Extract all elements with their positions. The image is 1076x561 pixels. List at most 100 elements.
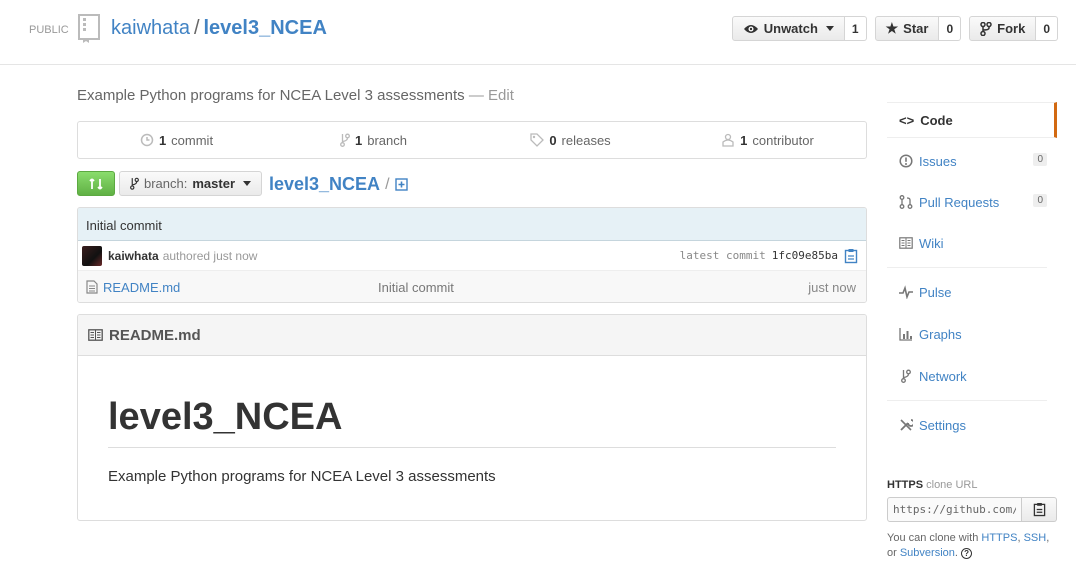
commits-summary[interactable]: 1 commit: [78, 122, 275, 158]
sidebar-item-settings[interactable]: Settings: [887, 407, 1057, 443]
contributors-label: contributor: [752, 132, 814, 148]
star-group: ★ Star 0: [874, 16, 962, 41]
sidebar-item-label: Pull Requests: [919, 194, 1000, 210]
fork-label: Fork: [997, 21, 1026, 36]
star-icon: ★: [885, 20, 899, 36]
clone-https-link[interactable]: HTTPS: [981, 532, 1017, 544]
branch-icon: [340, 133, 350, 147]
repo-owner-link[interactable]: kaiwhata: [111, 17, 190, 39]
pulse-icon: [899, 285, 913, 299]
copy-clone-url-button[interactable]: [1022, 497, 1057, 522]
commit-sha-link[interactable]: 1fc09e85ba: [772, 249, 838, 262]
table-row[interactable]: README.md Initial commit just now: [78, 271, 866, 302]
file-text-icon: [86, 280, 98, 294]
description-text: Example Python programs for NCEA Level 3…: [77, 87, 465, 104]
sidebar-item-issues[interactable]: Issues 0: [887, 143, 1057, 179]
forks-count[interactable]: 0: [1036, 16, 1058, 41]
branch-icon: [130, 177, 139, 190]
branches-count: 1: [355, 132, 363, 148]
title-separator: /: [193, 17, 200, 39]
readme-body: level3_NCEA Example Python programs for …: [78, 396, 866, 485]
commit-author-link[interactable]: kaiwhata: [108, 249, 159, 263]
help-icon[interactable]: ?: [961, 547, 973, 559]
commits-count: 1: [158, 132, 167, 148]
book-icon: [88, 329, 103, 341]
clone-url-box: [887, 497, 1057, 522]
organization-icon: [722, 133, 734, 147]
pull-requests-count: 0: [1033, 194, 1047, 207]
clone-url-label: HTTPS clone URL: [887, 479, 977, 491]
watchers-count[interactable]: 1: [844, 16, 867, 41]
avatar[interactable]: [82, 245, 102, 266]
issues-count: 0: [1033, 153, 1047, 166]
wiki-icon: [899, 237, 913, 249]
sidebar-item-graphs[interactable]: Graphs: [887, 316, 1057, 352]
sidebar-item-label: Issues: [919, 153, 957, 169]
commit-authored-time: authored just now: [162, 248, 258, 263]
issue-icon: [899, 154, 913, 168]
commit-meta: kaiwhata authored just now latest commit…: [78, 241, 866, 271]
clipboard-icon: [1033, 503, 1045, 517]
sidebar-item-network[interactable]: Network: [887, 358, 1057, 394]
repo-name-link[interactable]: level3_NCEA: [204, 17, 327, 39]
repo-header: PUBLIC kaiwhata / level3_NCEA Unwatch 1 ★ …: [0, 0, 1076, 65]
edit-description-link[interactable]: — Edit: [469, 87, 514, 104]
sidebar-item-pull-requests[interactable]: Pull Requests 0: [887, 184, 1057, 220]
sidebar-item-pulse[interactable]: Pulse: [887, 274, 1057, 310]
sidebar-item-label: Pulse: [919, 284, 952, 300]
sidebar-item-code[interactable]: <> Code: [887, 102, 1057, 138]
breadcrumb: level3_NCEA /: [269, 174, 408, 195]
tag-icon: [530, 133, 545, 147]
clone-protocol: HTTPS: [887, 479, 924, 491]
watch-group: Unwatch 1: [731, 16, 867, 41]
visibility-label: PUBLIC: [29, 24, 69, 36]
chevron-down-icon: [243, 181, 252, 186]
clone-help-comma: ,: [1017, 532, 1021, 544]
stars-count[interactable]: 0: [939, 16, 962, 41]
tools-icon: [900, 419, 913, 431]
compare-review-button[interactable]: [77, 171, 115, 196]
unwatch-label: Unwatch: [763, 21, 818, 36]
branches-label: branch: [367, 132, 407, 148]
fork-group: Fork 0: [969, 16, 1058, 41]
clone-help-text: You can clone with HTTPS, SSH, or Subver…: [887, 531, 1057, 561]
branch-prefix: branch:: [144, 176, 188, 191]
commit-title[interactable]: Initial commit: [78, 208, 866, 241]
branch-select-button[interactable]: branch: master: [119, 171, 263, 196]
contributors-count: 1: [740, 132, 748, 148]
clipboard-icon[interactable]: [844, 248, 858, 264]
commits-label: commit: [171, 132, 214, 148]
fork-button[interactable]: Fork: [969, 16, 1037, 41]
sidebar-item-label: Code: [920, 112, 953, 128]
sidebar-item-label: Network: [919, 368, 967, 384]
sidebar-item-label: Settings: [919, 417, 966, 433]
clone-help-period: .: [954, 547, 958, 559]
clone-url-input[interactable]: [887, 497, 1022, 522]
eye-icon: [743, 24, 758, 33]
star-button[interactable]: ★ Star: [874, 16, 940, 41]
unwatch-button[interactable]: Unwatch: [731, 16, 845, 41]
file-age: just now: [808, 279, 856, 295]
breadcrumb-root-link[interactable]: level3_NCEA: [269, 174, 380, 195]
branches-summary[interactable]: 1 branch: [275, 122, 472, 158]
latest-commit-label: latest commit: [679, 249, 766, 262]
sidebar-divider: [887, 267, 1047, 268]
file-name-link[interactable]: README.md: [103, 280, 378, 295]
history-icon: [140, 133, 154, 147]
graph-icon: [899, 328, 912, 341]
releases-summary[interactable]: 0 releases: [472, 122, 669, 158]
repo-description: Example Python programs for NCEA Level 3…: [77, 87, 514, 104]
new-file-icon[interactable]: [394, 178, 408, 191]
readme-filename: README.md: [109, 326, 201, 344]
file-commit-message[interactable]: Initial commit: [378, 280, 718, 295]
pull-request-icon: [899, 195, 913, 209]
releases-label: releases: [561, 132, 611, 148]
fork-icon: [980, 21, 992, 36]
contributors-summary[interactable]: 1 contributor: [669, 122, 866, 158]
clone-subversion-link[interactable]: Subversion: [900, 547, 955, 559]
clone-ssh-link[interactable]: SSH: [1024, 532, 1047, 544]
repo-sidebar: <> Code Issues 0 Pull Requests 0 Wiki Pu…: [887, 102, 1057, 443]
chevron-down-icon: [825, 26, 834, 31]
pagehead-actions: Unwatch 1 ★ Star 0 Fork 0: [731, 16, 1058, 41]
sidebar-item-wiki[interactable]: Wiki: [887, 225, 1057, 261]
